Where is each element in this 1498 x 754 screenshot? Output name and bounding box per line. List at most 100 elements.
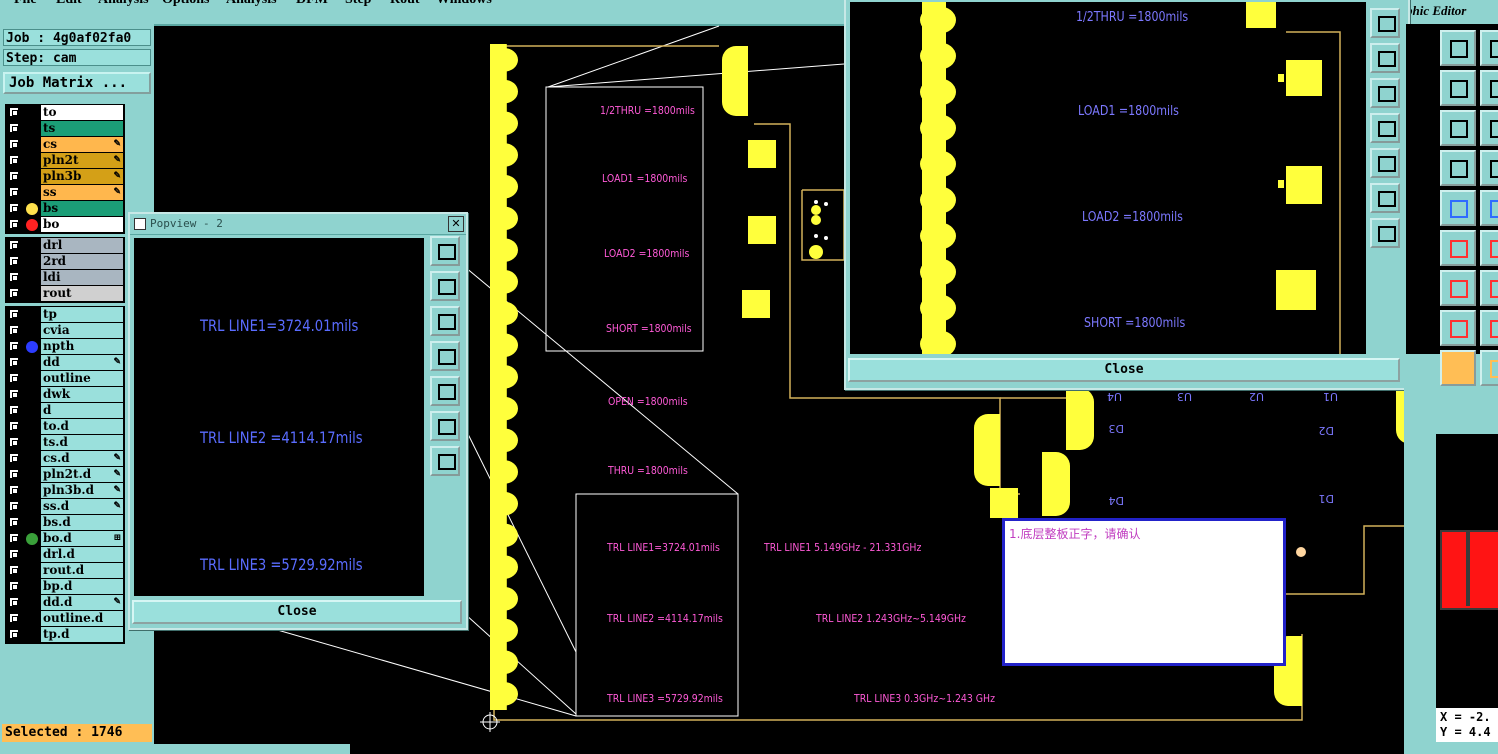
menu-options[interactable]: Options <box>162 0 209 8</box>
layer-row-tp[interactable]: tp <box>6 307 124 323</box>
layer-name[interactable]: rout <box>41 286 123 301</box>
tool-button[interactable] <box>1480 150 1498 186</box>
view-tool-button[interactable] <box>430 446 460 476</box>
layer-row-pln2t.d[interactable]: pln2t.d ✎ <box>6 467 124 483</box>
layer-checkbox[interactable] <box>9 613 19 623</box>
job-matrix-button[interactable]: Job Matrix ... <box>3 72 151 94</box>
layer-checkbox[interactable] <box>9 533 19 543</box>
layer-checkbox[interactable] <box>9 373 19 383</box>
layer-name[interactable]: ts.d <box>41 435 123 450</box>
layer-row-outline[interactable]: outline <box>6 371 124 387</box>
layer-name[interactable]: to.d <box>41 419 123 434</box>
menu-file[interactable]: File <box>14 0 37 8</box>
layer-checkbox[interactable] <box>9 629 19 639</box>
layer-row-dd.d[interactable]: dd.d ✎ <box>6 595 124 611</box>
layer-checkbox[interactable] <box>9 517 19 527</box>
menu-step[interactable]: Step <box>345 0 371 8</box>
layer-checkbox[interactable] <box>9 469 19 479</box>
layer-row-ts.d[interactable]: ts.d <box>6 435 124 451</box>
layer-checkbox[interactable] <box>9 357 19 367</box>
layer-name[interactable]: bo.d ⊞ <box>41 531 123 546</box>
view-tool-button[interactable] <box>1370 218 1400 248</box>
window-menu-icon[interactable] <box>134 218 146 230</box>
layer-row-bs.d[interactable]: bs.d <box>6 515 124 531</box>
layer-name[interactable]: outline.d <box>41 611 123 626</box>
menu-windows[interactable]: Windows <box>436 0 492 8</box>
view-tool-button[interactable] <box>430 306 460 336</box>
close-icon[interactable]: ✕ <box>448 216 464 232</box>
view-tool-button[interactable] <box>1370 43 1400 73</box>
layer-name[interactable]: tp.d <box>41 627 123 642</box>
tool-button[interactable] <box>1480 190 1498 226</box>
layer-row-rout[interactable]: rout <box>6 286 124 302</box>
tool-button[interactable] <box>1480 70 1498 106</box>
layer-row-dd[interactable]: dd ✎ <box>6 355 124 371</box>
layer-name[interactable]: ss.d ✎ <box>41 499 123 514</box>
tool-button[interactable] <box>1480 230 1498 266</box>
layer-name[interactable]: cs ✎ <box>41 137 123 152</box>
layer-row-to.d[interactable]: to.d <box>6 419 124 435</box>
layer-name[interactable]: tp <box>41 307 123 322</box>
layer-checkbox[interactable] <box>9 240 19 250</box>
layer-row-bo.d[interactable]: bo.d ⊞ <box>6 531 124 547</box>
layer-name[interactable]: cs.d ✎ <box>41 451 123 466</box>
view-tool-button[interactable] <box>1370 78 1400 108</box>
layer-row-cvia[interactable]: cvia <box>6 323 124 339</box>
tool-button[interactable] <box>1440 110 1476 146</box>
layer-name[interactable]: ldi <box>41 270 123 285</box>
layer-name[interactable]: pln2t.d ✎ <box>41 467 123 482</box>
layer-row-cs.d[interactable]: cs.d ✎ <box>6 451 124 467</box>
layer-name[interactable]: bs.d <box>41 515 123 530</box>
tool-button[interactable] <box>1480 30 1498 66</box>
layer-row-bs[interactable]: bs <box>6 201 124 217</box>
layer-row-ts[interactable]: ts <box>6 121 124 137</box>
tool-button[interactable] <box>1480 270 1498 306</box>
layer-checkbox[interactable] <box>9 219 19 229</box>
layer-name[interactable]: bs <box>41 201 123 216</box>
menu-edit[interactable]: Edit <box>56 0 82 8</box>
layer-name[interactable]: pln3b.d ✎ <box>41 483 123 498</box>
view-tool-button[interactable] <box>430 236 460 266</box>
tool-button[interactable] <box>1440 230 1476 266</box>
layer-checkbox[interactable] <box>9 389 19 399</box>
layer-checkbox[interactable] <box>9 187 19 197</box>
menu-rout[interactable]: Rout <box>390 0 420 8</box>
layer-name[interactable]: drl.d <box>41 547 123 562</box>
view-tool-button[interactable] <box>430 341 460 371</box>
layer-checkbox[interactable] <box>9 581 19 591</box>
layer-checkbox[interactable] <box>9 123 19 133</box>
menu-dfm[interactable]: DFM <box>296 0 328 8</box>
tool-button[interactable] <box>1440 150 1476 186</box>
view-tool-button[interactable] <box>1370 113 1400 143</box>
layer-checkbox[interactable] <box>9 453 19 463</box>
layer-checkbox[interactable] <box>9 155 19 165</box>
menu-analysis-2[interactable]: Analysis <box>226 0 277 8</box>
layer-checkbox[interactable] <box>9 549 19 559</box>
view-tool-button[interactable] <box>1370 8 1400 38</box>
tool-button[interactable] <box>1480 310 1498 346</box>
layer-name[interactable]: pln2t ✎ <box>41 153 123 168</box>
layer-checkbox[interactable] <box>9 325 19 335</box>
layer-row-pln2t[interactable]: pln2t ✎ <box>6 153 124 169</box>
layer-checkbox[interactable] <box>9 309 19 319</box>
layer-checkbox[interactable] <box>9 171 19 181</box>
layer-name[interactable]: dwk <box>41 387 123 402</box>
layer-name[interactable]: 2rd <box>41 254 123 269</box>
layer-checkbox[interactable] <box>9 272 19 282</box>
layer-row-drl[interactable]: drl <box>6 238 124 254</box>
layer-row-d[interactable]: d <box>6 403 124 419</box>
layer-checkbox[interactable] <box>9 256 19 266</box>
layer-checkbox[interactable] <box>9 203 19 213</box>
layer-checkbox[interactable] <box>9 437 19 447</box>
layer-row-tp.d[interactable]: tp.d <box>6 627 124 643</box>
view-tool-button[interactable] <box>1370 148 1400 178</box>
view-tool-button[interactable] <box>430 376 460 406</box>
view-tool-button[interactable] <box>1370 183 1400 213</box>
layer-name[interactable]: cvia <box>41 323 123 338</box>
layer-name[interactable]: bp.d <box>41 579 123 594</box>
layer-name[interactable]: to <box>41 105 123 120</box>
popview-2-close-button[interactable]: Close <box>132 600 462 624</box>
tool-button[interactable] <box>1440 350 1476 386</box>
layer-name[interactable]: rout.d <box>41 563 123 578</box>
tool-button[interactable] <box>1440 190 1476 226</box>
